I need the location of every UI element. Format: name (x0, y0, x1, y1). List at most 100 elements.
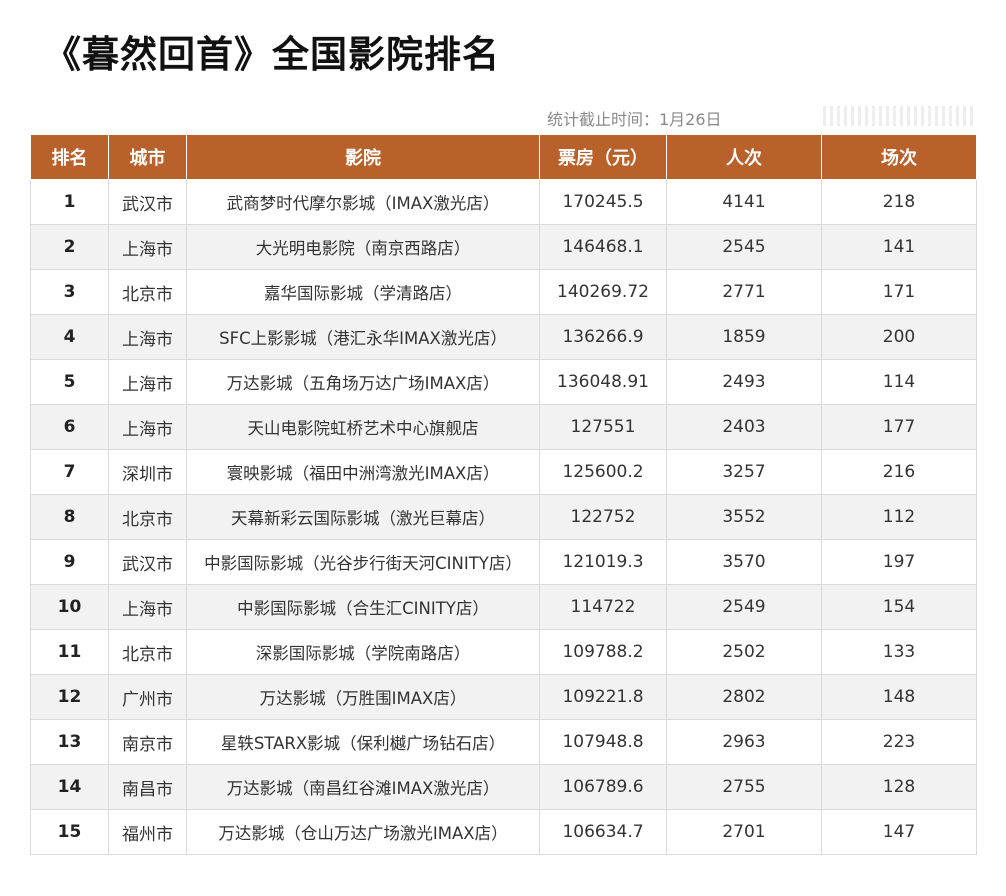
screenings-cell: 197 (821, 539, 977, 585)
watermark (823, 106, 973, 126)
city-cell: 广州市 (108, 674, 187, 720)
city-cell: 上海市 (108, 314, 187, 360)
screenings-cell: 148 (821, 674, 977, 720)
table-row: 6 上海市 天山电影院虹桥艺术中心旗舰店 127551 2403 177 (30, 404, 977, 450)
rank-cell: 15 (30, 809, 109, 855)
table-row: 3 北京市 嘉华国际影城（学清路店） 140269.72 2771 171 (30, 269, 977, 315)
box-office-cell: 114722 (539, 584, 667, 630)
city-cell: 上海市 (108, 359, 187, 405)
screenings-cell: 147 (821, 809, 977, 855)
cinema-cell: 中影国际影城（光谷步行街天河CINITY店） (186, 539, 540, 585)
box-office-cell: 109221.8 (539, 674, 667, 720)
screenings-cell: 114 (821, 359, 977, 405)
admissions-cell: 2755 (666, 764, 822, 810)
box-office-cell: 170245.5 (539, 179, 667, 225)
city-cell: 上海市 (108, 404, 187, 450)
screenings-cell: 177 (821, 404, 977, 450)
table-row: 13 南京市 星轶STARX影城（保利樾广场钻石店） 107948.8 2963 223 (30, 719, 977, 765)
box-office-cell: 127551 (539, 404, 667, 450)
admissions-cell: 3257 (666, 449, 822, 495)
table-row: 14 南昌市 万达影城（南昌红谷滩IMAX激光店） 106789.6 2755 128 (30, 764, 977, 810)
table-row: 4 上海市 SFC上影影城（港汇永华IMAX激光店） 136266.9 1859 200 (30, 314, 977, 360)
admissions-cell: 2771 (666, 269, 822, 315)
header-admissions: 人次 (666, 134, 822, 180)
admissions-cell: 2802 (666, 674, 822, 720)
admissions-cell: 2963 (666, 719, 822, 765)
screenings-cell: 128 (821, 764, 977, 810)
table-row: 5 上海市 万达影城（五角场万达广场IMAX店） 136048.91 2493 114 (30, 359, 977, 405)
screenings-cell: 171 (821, 269, 977, 315)
cinema-cell: 万达影城（仓山万达广场激光IMAX店） (186, 809, 540, 855)
screenings-cell: 200 (821, 314, 977, 360)
admissions-cell: 4141 (666, 179, 822, 225)
cinema-cell: 中影国际影城（合生汇CINITY店） (186, 584, 540, 630)
cinema-cell: 寰映影城（福田中洲湾激光IMAX店） (186, 449, 540, 495)
box-office-cell: 107948.8 (539, 719, 667, 765)
table-row: 15 福州市 万达影城（仓山万达广场激光IMAX店） 106634.7 2701 147 (30, 809, 977, 855)
admissions-cell: 1859 (666, 314, 822, 360)
city-cell: 北京市 (108, 494, 187, 540)
table-row: 1 武汉市 武商梦时代摩尔影城（IMAX激光店） 170245.5 4141 218 (30, 179, 977, 225)
screenings-cell: 216 (821, 449, 977, 495)
city-cell: 上海市 (108, 584, 187, 630)
cinema-cell: 大光明电影院（南京西路店） (186, 224, 540, 270)
box-office-cell: 146468.1 (539, 224, 667, 270)
table-row: 7 深圳市 寰映影城（福田中洲湾激光IMAX店） 125600.2 3257 216 (30, 449, 977, 495)
table-row: 2 上海市 大光明电影院（南京西路店） 146468.1 2545 141 (30, 224, 977, 270)
admissions-cell: 2502 (666, 629, 822, 675)
city-cell: 北京市 (108, 269, 187, 315)
header-box-office: 票房（元） (539, 134, 667, 180)
city-cell: 武汉市 (108, 179, 187, 225)
cinema-cell: 万达影城（南昌红谷滩IMAX激光店） (186, 764, 540, 810)
admissions-cell: 2403 (666, 404, 822, 450)
city-cell: 上海市 (108, 224, 187, 270)
ranking-table: 排名 城市 影院 票房（元） 人次 场次 1 武汉市 武商梦时代摩尔影城（IMAX激… (30, 134, 977, 855)
city-cell: 武汉市 (108, 539, 187, 585)
city-cell: 南昌市 (108, 764, 187, 810)
cinema-cell: 嘉华国际影城（学清路店） (186, 269, 540, 315)
box-office-cell: 140269.72 (539, 269, 667, 315)
table-row: 8 北京市 天幕新彩云国际影城（激光巨幕店） 122752 3552 112 (30, 494, 977, 540)
header-screenings: 场次 (821, 134, 977, 180)
city-cell: 南京市 (108, 719, 187, 765)
table-row: 10 上海市 中影国际影城（合生汇CINITY店） 114722 2549 154 (30, 584, 977, 630)
rank-cell: 5 (30, 359, 109, 405)
table-header-row: 排名 城市 影院 票房（元） 人次 场次 (30, 134, 977, 180)
cinema-cell: 深影国际影城（学院南路店） (186, 629, 540, 675)
city-cell: 福州市 (108, 809, 187, 855)
table-body: 1 武汉市 武商梦时代摩尔影城（IMAX激光店） 170245.5 4141 218 2 上海… (30, 179, 977, 855)
rank-cell: 11 (30, 629, 109, 675)
screenings-cell: 218 (821, 179, 977, 225)
table-row: 11 北京市 深影国际影城（学院南路店） 109788.2 2502 133 (30, 629, 977, 675)
rank-cell: 6 (30, 404, 109, 450)
cinema-cell: 星轶STARX影城（保利樾广场钻石店） (186, 719, 540, 765)
header-rank: 排名 (30, 134, 109, 180)
box-office-cell: 121019.3 (539, 539, 667, 585)
cinema-cell: 武商梦时代摩尔影城（IMAX激光店） (186, 179, 540, 225)
box-office-cell: 136048.91 (539, 359, 667, 405)
admissions-cell: 2549 (666, 584, 822, 630)
city-cell: 北京市 (108, 629, 187, 675)
rank-cell: 12 (30, 674, 109, 720)
box-office-cell: 106634.7 (539, 809, 667, 855)
screenings-cell: 154 (821, 584, 977, 630)
box-office-cell: 125600.2 (539, 449, 667, 495)
page-title: 《暮然回首》全国影院排名 (44, 33, 500, 76)
rank-cell: 7 (30, 449, 109, 495)
rank-cell: 2 (30, 224, 109, 270)
screenings-cell: 223 (821, 719, 977, 765)
rank-cell: 4 (30, 314, 109, 360)
admissions-cell: 2545 (666, 224, 822, 270)
city-cell: 深圳市 (108, 449, 187, 495)
cinema-cell: 天山电影院虹桥艺术中心旗舰店 (186, 404, 540, 450)
rank-cell: 13 (30, 719, 109, 765)
header-city: 城市 (108, 134, 187, 180)
cinema-cell: SFC上影影城（港汇永华IMAX激光店） (186, 314, 540, 360)
rank-cell: 3 (30, 269, 109, 315)
admissions-cell: 2493 (666, 359, 822, 405)
table-row: 12 广州市 万达影城（万胜围IMAX店） 109221.8 2802 148 (30, 674, 977, 720)
screenings-cell: 133 (821, 629, 977, 675)
admissions-cell: 2701 (666, 809, 822, 855)
admissions-cell: 3570 (666, 539, 822, 585)
cinema-cell: 万达影城（五角场万达广场IMAX店） (186, 359, 540, 405)
